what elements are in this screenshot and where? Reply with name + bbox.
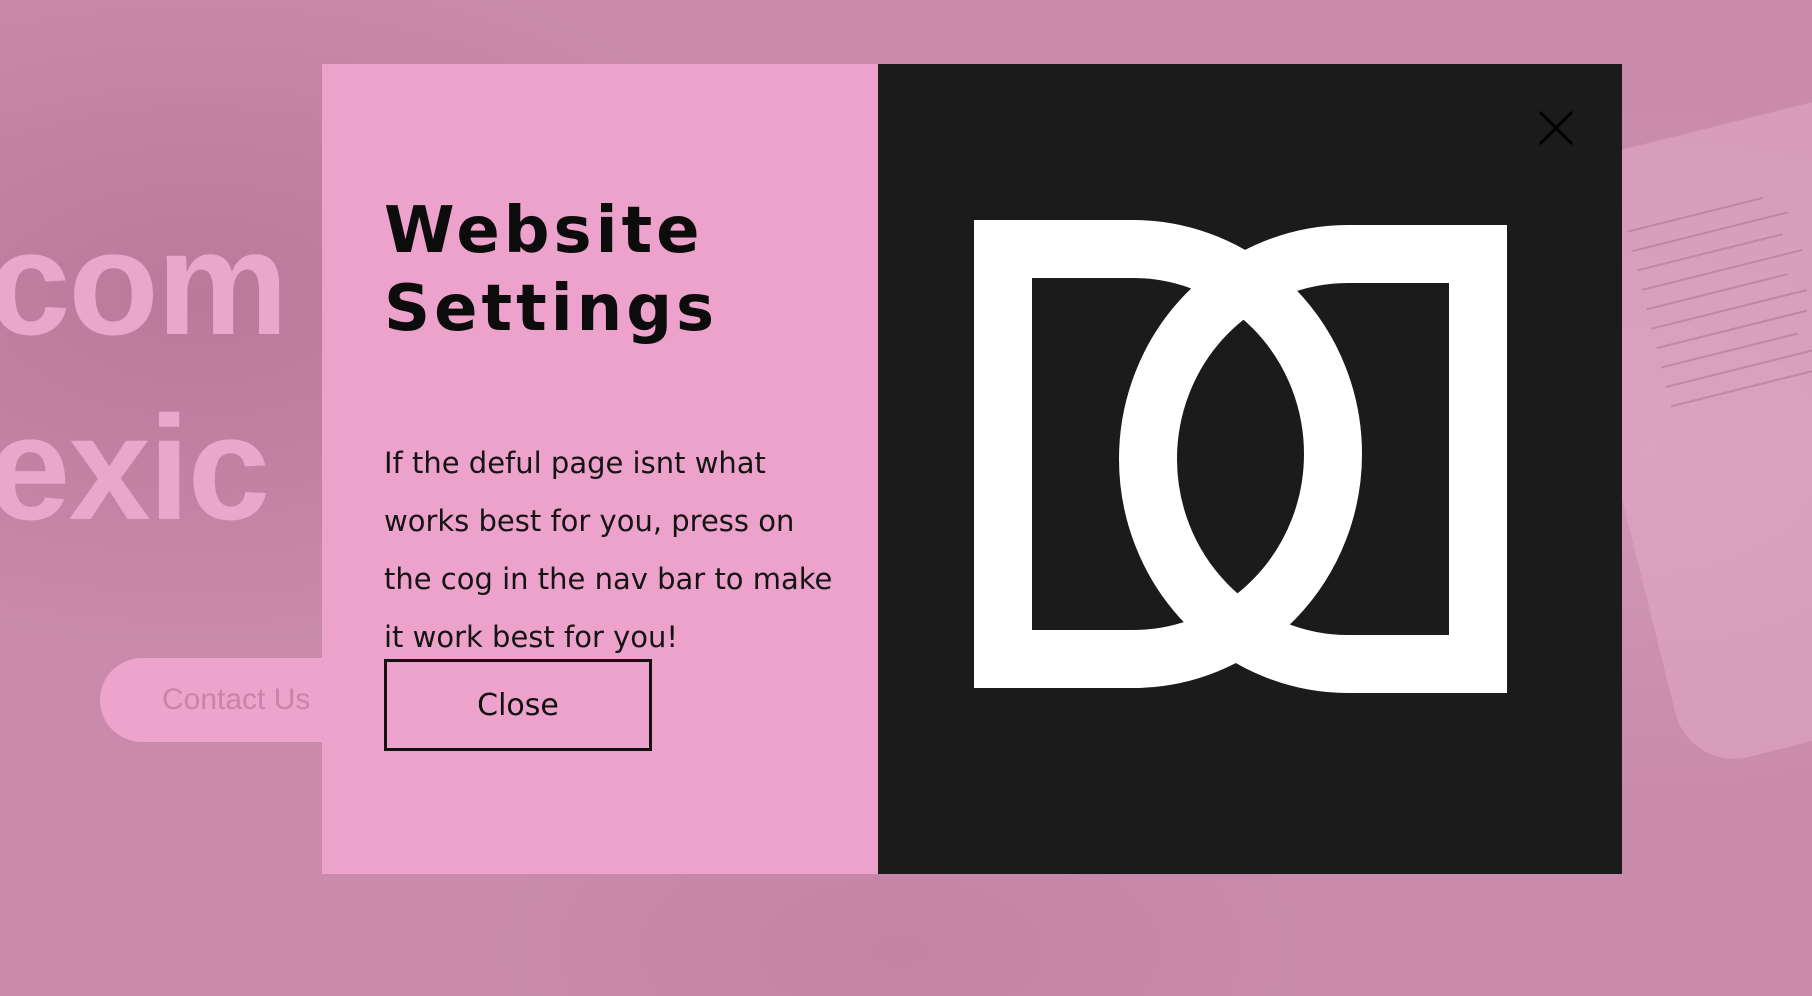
interlocking-d-logo-icon (974, 220, 1507, 693)
page: com exic Contact Us Website Settings If … (0, 0, 1812, 996)
modal-image-panel (878, 64, 1622, 874)
background-headline-line2: exic (0, 386, 270, 551)
modal-title-line1: Website (384, 194, 704, 268)
background-headline-line1: com (0, 201, 288, 366)
website-settings-modal: Website Settings If the deful page isnt … (322, 64, 1622, 874)
modal-message: If the deful page isnt what works best f… (384, 446, 833, 654)
modal-text-panel: Website Settings If the deful page isnt … (322, 64, 878, 874)
close-icon[interactable] (1536, 108, 1576, 148)
close-button[interactable]: Close (384, 659, 652, 751)
modal-title-line2: Settings (384, 272, 719, 346)
modal-title: Website Settings (384, 192, 804, 348)
